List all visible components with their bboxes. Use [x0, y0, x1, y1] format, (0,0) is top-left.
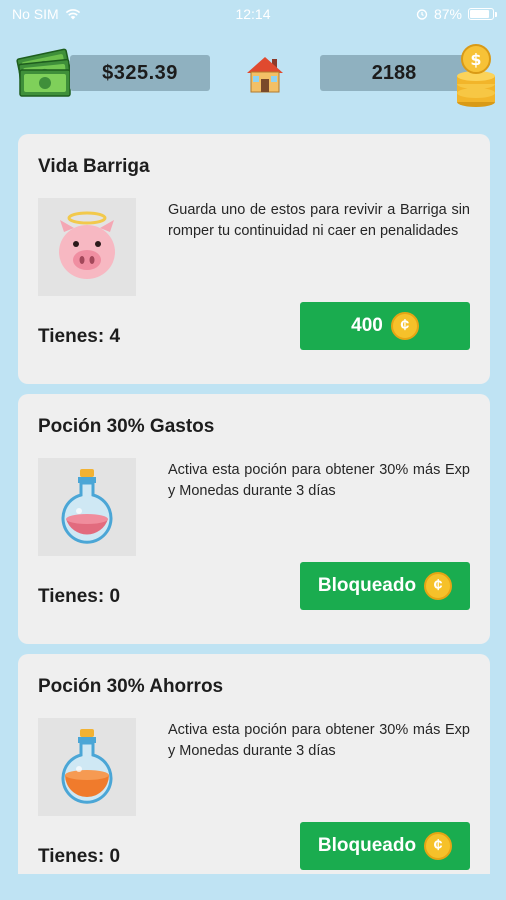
- coins-icon: $: [457, 44, 495, 107]
- item-card: Vida Barriga Guarda uno de estos para re…: [18, 134, 490, 384]
- coin-icon: ¢: [424, 832, 453, 860]
- battery-percent: 87%: [433, 6, 462, 22]
- buy-button-label: 400: [351, 315, 383, 336]
- buy-button[interactable]: 400 ¢: [300, 302, 470, 350]
- item-list[interactable]: Vida Barriga Guarda uno de estos para re…: [18, 134, 490, 874]
- item-title: Poción 30% Gastos: [38, 416, 215, 437]
- carrier-label: No SIM: [12, 6, 59, 22]
- item-description: Activa esta poción para obtener 30% más …: [168, 722, 470, 759]
- item-count: Tienes: 4: [38, 326, 121, 347]
- item-card: Poción 30% Gastos Activa esta poción par…: [18, 394, 490, 644]
- status-left: No SIM: [12, 6, 81, 22]
- item-card: Poción 30% Ahorros Activa esta poción pa…: [18, 654, 490, 874]
- coin-icon: ¢: [424, 572, 453, 600]
- item-description: Guarda uno de estos para revivir a Barri…: [168, 202, 470, 239]
- home-icon[interactable]: [245, 54, 285, 94]
- locked-button-label: Bloqueado: [317, 835, 417, 856]
- locked-button[interactable]: Bloqueado ¢: [300, 822, 470, 870]
- locked-button-label: Bloqueado: [317, 575, 417, 596]
- item-count: Tienes: 0: [38, 846, 121, 867]
- status-right: 87%: [416, 6, 497, 22]
- coins-balance: 2188: [320, 55, 468, 91]
- coin-icon: ¢: [390, 312, 419, 340]
- wifi-icon: [65, 9, 80, 20]
- item-count: Tienes: 0: [38, 586, 121, 607]
- pig-angel-icon: [59, 211, 115, 279]
- pink-potion-icon: [61, 469, 113, 544]
- item-image: [38, 198, 136, 296]
- money-balance: $325.39: [70, 55, 210, 91]
- header: $325.39 2188 $: [0, 40, 506, 110]
- money-icon: [16, 48, 72, 97]
- status-bar: No SIM 12:14 87%: [0, 0, 506, 28]
- locked-button[interactable]: Bloqueado ¢: [300, 562, 470, 610]
- item-title: Poción 30% Ahorros: [38, 676, 224, 697]
- item-image: [38, 458, 136, 556]
- battery-icon: [468, 8, 497, 20]
- item-description: Activa esta poción para obtener 30% más …: [168, 462, 470, 499]
- item-title: Vida Barriga: [38, 156, 150, 177]
- svg-text:$: $: [470, 50, 481, 69]
- alarm-icon: [416, 9, 428, 20]
- item-image: [38, 718, 136, 816]
- orange-potion-icon: [61, 729, 113, 804]
